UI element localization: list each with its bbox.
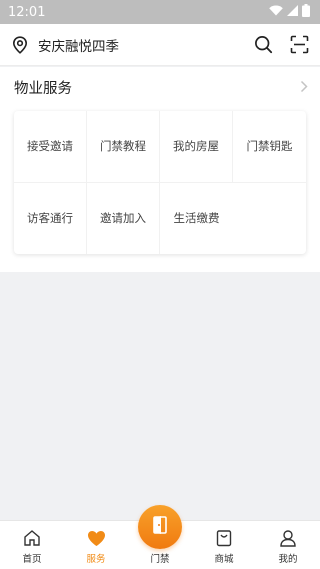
tab-mall[interactable]: 商城	[192, 521, 256, 569]
service-visitor-pass[interactable]: 访客通行	[14, 182, 87, 254]
signal-icon	[287, 4, 298, 20]
section-header[interactable]: 物业服务	[0, 67, 320, 107]
tab-home[interactable]: 首页	[0, 521, 64, 569]
status-bar: 12:01	[0, 0, 320, 24]
service-accept-invitation[interactable]: 接受邀请	[14, 111, 87, 183]
scan-icon[interactable]	[288, 34, 310, 56]
community-name[interactable]: 安庆融悦四季	[38, 35, 252, 55]
door-access-button[interactable]	[138, 505, 182, 549]
wifi-icon	[269, 5, 283, 20]
tab-service-label: 服务	[86, 554, 106, 565]
status-time: 12:01	[8, 4, 46, 20]
shopping-bag-icon	[214, 528, 234, 548]
property-services-section: 物业服务 接受邀请 门禁教程 我的房屋 门禁钥匙 访客通行 邀请加入 生活缴费	[0, 67, 320, 272]
search-icon[interactable]	[252, 34, 274, 56]
heart-icon	[86, 528, 106, 548]
empty-cell	[233, 183, 306, 255]
door-icon	[151, 515, 169, 539]
home-icon	[22, 528, 42, 548]
service-access-key[interactable]: 门禁钥匙	[233, 111, 306, 183]
tab-mine-label: 我的	[278, 554, 298, 565]
tab-mall-label: 商城	[214, 554, 234, 565]
service-life-payment[interactable]: 生活缴费	[160, 183, 233, 255]
service-access-tutorial[interactable]: 门禁教程	[87, 111, 160, 183]
status-icons	[269, 3, 310, 21]
chevron-right-icon[interactable]	[300, 78, 308, 97]
battery-icon	[302, 3, 310, 21]
location-pin-icon[interactable]	[12, 35, 30, 54]
user-icon	[278, 528, 298, 548]
tab-access-label: 门禁	[150, 554, 170, 565]
service-my-house[interactable]: 我的房屋	[160, 111, 233, 183]
top-bar: 安庆融悦四季	[0, 24, 320, 66]
tab-service[interactable]: 服务	[64, 521, 128, 569]
service-invite-join[interactable]: 邀请加入	[87, 182, 160, 254]
tab-mine[interactable]: 我的	[256, 521, 320, 569]
services-grid: 接受邀请 门禁教程 我的房屋 门禁钥匙 访客通行 邀请加入 生活缴费	[14, 111, 306, 254]
tab-home-label: 首页	[22, 554, 42, 565]
section-title: 物业服务	[14, 80, 72, 97]
